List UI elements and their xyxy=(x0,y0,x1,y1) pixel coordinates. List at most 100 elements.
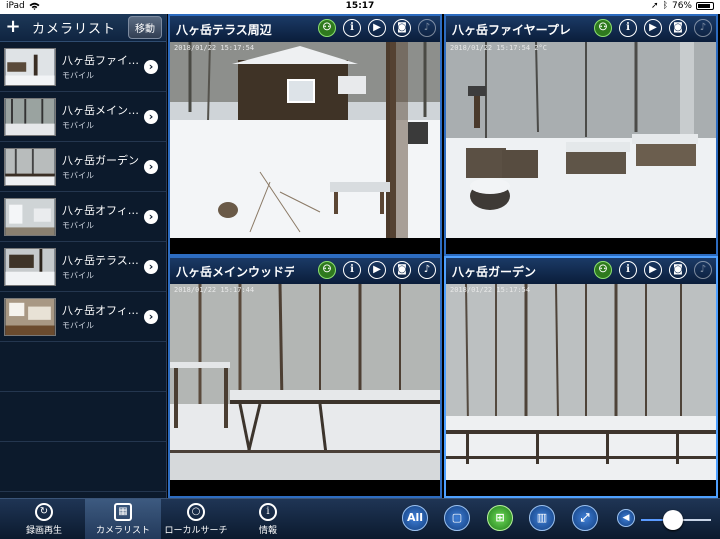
tile-toolbar: ⚇ i ▶ ◙ ♪ xyxy=(594,261,712,279)
bottom-toolbar: ↻ 録画再生 ▦ カメラリスト ○ ローカルサーチ i 情報 All ▢ ⊞ ▥… xyxy=(0,498,720,539)
location-icon: ➚ xyxy=(651,1,659,11)
bluetooth-icon: ᛒ xyxy=(662,1,668,11)
tab-info[interactable]: i 情報 xyxy=(230,499,306,539)
tab-label: カメラリスト xyxy=(95,526,150,536)
sidebar-title: カメラリスト xyxy=(32,22,117,37)
tile-title: 八ヶ岳テラス周辺 xyxy=(176,22,272,37)
snapshot-camera-icon[interactable]: ◙ xyxy=(393,261,411,279)
tile-header: 八ヶ岳ファイヤープレ… ⚇ i ▶ ◙ ♪ xyxy=(446,16,716,42)
camera-tile[interactable]: 八ヶ岳ファイヤープレ… ⚇ i ▶ ◙ ♪ 2018/01/22 15:17:5… xyxy=(444,14,718,256)
tab-playback[interactable]: ↻ 録画再生 xyxy=(6,499,82,539)
camera-feed[interactable]: 2018/01/22 15:17:54 2°C xyxy=(446,42,716,238)
people-icon[interactable]: ⚇ xyxy=(318,19,336,37)
empty-list-row xyxy=(0,392,166,442)
chevron-right-icon[interactable]: › xyxy=(144,59,158,74)
tile-toolbar: ⚇ i ▶ ◙ ♪ xyxy=(594,19,712,37)
layout-single-button[interactable]: ▢ xyxy=(444,505,470,531)
camera-type: モバイル xyxy=(62,121,94,130)
status-right: ➚ ᛒ 76% xyxy=(651,1,714,11)
people-icon[interactable]: ⚇ xyxy=(318,261,336,279)
camera-feed[interactable]: 2018/01/22 15:17:44 xyxy=(170,284,440,480)
snapshot-camera-icon[interactable]: ◙ xyxy=(669,261,687,279)
empty-list-row xyxy=(0,442,166,492)
microphone-icon[interactable]: ♪ xyxy=(418,261,436,279)
camera-feed-image xyxy=(446,284,716,480)
camera-list-item[interactable]: 八ヶ岳ファイ… モバイル › xyxy=(0,42,166,92)
camera-list-item[interactable]: 八ヶ岳オフィ… モバイル › xyxy=(0,192,166,242)
layout-split-button[interactable]: ▥ xyxy=(529,505,555,531)
camera-thumbnail xyxy=(4,297,56,336)
camera-list-item[interactable]: 八ヶ岳オフィ… モバイル › xyxy=(0,292,166,342)
info-icon[interactable]: i xyxy=(343,261,361,279)
people-icon[interactable]: ⚇ xyxy=(594,19,612,37)
snapshot-camera-icon[interactable]: ◙ xyxy=(669,19,687,37)
video-record-icon[interactable]: ▶ xyxy=(368,261,386,279)
battery-icon xyxy=(696,2,714,10)
snapshot-camera-icon[interactable]: ◙ xyxy=(393,19,411,37)
camera-name: 八ヶ岳オフィ… xyxy=(62,304,139,317)
camera-list-item[interactable]: 八ヶ岳テラス… モバイル › xyxy=(0,242,166,292)
video-record-icon[interactable]: ▶ xyxy=(644,261,662,279)
move-button[interactable]: 移動 xyxy=(128,16,162,39)
layout-grid-button[interactable]: ⊞ xyxy=(487,505,513,531)
camera-thumbnail xyxy=(4,97,56,136)
camera-type: モバイル xyxy=(62,271,94,280)
camera-feed-image xyxy=(446,42,716,238)
camera-feed-image xyxy=(170,284,440,480)
camera-tile[interactable]: 八ヶ岳ガーデン ⚇ i ▶ ◙ ♪ 2018/01/22 15:17:54 xyxy=(444,256,718,498)
camera-list-item[interactable]: 八ヶ岳ガーデンモバイル › xyxy=(0,142,166,192)
chevron-right-icon[interactable]: › xyxy=(144,159,158,174)
camera-type: モバイル xyxy=(62,171,94,180)
timestamp-overlay: 2018/01/22 15:17:44 xyxy=(174,286,255,294)
camera-list-sidebar: + カメラリスト 移動 八ヶ岳ファイ… モバイル › 八ヶ岳メイン… モバイル › … xyxy=(0,14,167,498)
camera-tile[interactable]: 八ヶ岳メインウッドデ… ⚇ i ▶ ◙ ♪ xyxy=(168,256,442,498)
camera-feed[interactable]: 2018/01/22 15:17:54 xyxy=(170,42,440,238)
volume-icon[interactable]: ◀ xyxy=(617,509,635,527)
chevron-right-icon[interactable]: › xyxy=(144,109,158,124)
info-icon[interactable]: i xyxy=(619,19,637,37)
tab-local-search[interactable]: ○ ローカルサーチ xyxy=(158,499,234,539)
info-icon[interactable]: i xyxy=(343,19,361,37)
camera-name: 八ヶ岳ガーデン xyxy=(62,154,139,167)
tile-title: 八ヶ岳ガーデン xyxy=(452,264,537,279)
search-icon: ○ xyxy=(187,503,205,521)
tile-title: 八ヶ岳メインウッドデ… xyxy=(176,264,294,279)
camera-thumbnail xyxy=(4,247,56,286)
tab-label: 情報 xyxy=(258,526,277,536)
volume-slider-knob[interactable] xyxy=(662,510,683,530)
people-icon[interactable]: ⚇ xyxy=(594,261,612,279)
camera-type: モバイル xyxy=(62,71,94,80)
info-icon: i xyxy=(259,503,277,521)
camera-name: 八ヶ岳ファイ… xyxy=(62,54,139,67)
info-icon[interactable]: i xyxy=(619,261,637,279)
camera-name: 八ヶ岳テラス… xyxy=(62,254,139,267)
empty-list-row xyxy=(0,342,166,392)
camera-type: モバイル xyxy=(62,221,94,230)
timestamp-overlay: 2018/01/22 15:17:54 2°C xyxy=(450,44,547,52)
battery-fill xyxy=(698,4,711,8)
video-record-icon[interactable]: ▶ xyxy=(368,19,386,37)
microphone-icon[interactable]: ♪ xyxy=(694,19,712,37)
camera-list-icon: ▦ xyxy=(114,503,132,521)
tab-camera-list[interactable]: ▦ カメラリスト xyxy=(85,499,161,539)
camera-name: 八ヶ岳オフィ… xyxy=(62,204,139,217)
chevron-right-icon[interactable]: › xyxy=(144,309,158,324)
fullscreen-button[interactable]: ⤢ xyxy=(572,505,598,531)
microphone-icon[interactable]: ♪ xyxy=(694,261,712,279)
tile-header: 八ヶ岳メインウッドデ… ⚇ i ▶ ◙ ♪ xyxy=(170,258,440,284)
camera-feed[interactable]: 2018/01/22 15:17:54 xyxy=(446,284,716,480)
chevron-right-icon[interactable]: › xyxy=(144,259,158,274)
sidebar-header: + カメラリスト 移動 xyxy=(0,14,166,42)
chevron-right-icon[interactable]: › xyxy=(144,209,158,224)
status-bar: iPad 15:17 ➚ ᛒ 76% xyxy=(0,0,720,14)
add-camera-button[interactable]: + xyxy=(4,17,22,37)
tile-toolbar: ⚇ i ▶ ◙ ♪ xyxy=(318,19,436,37)
video-record-icon[interactable]: ▶ xyxy=(644,19,662,37)
microphone-icon[interactable]: ♪ xyxy=(418,19,436,37)
layout-all-button[interactable]: All xyxy=(402,505,428,531)
camera-type: モバイル xyxy=(62,321,94,330)
camera-list-item[interactable]: 八ヶ岳メイン… モバイル › xyxy=(0,92,166,142)
camera-tile[interactable]: 八ヶ岳テラス周辺 ⚇ i ▶ ◙ ♪ 2018/01/22 15:17:54 xyxy=(168,14,442,256)
tile-toolbar: ⚇ i ▶ ◙ ♪ xyxy=(318,261,436,279)
app-window: iPad 15:17 ➚ ᛒ 76% + カメラリスト 移動 八ヶ岳ファイ… モバ… xyxy=(0,0,720,539)
